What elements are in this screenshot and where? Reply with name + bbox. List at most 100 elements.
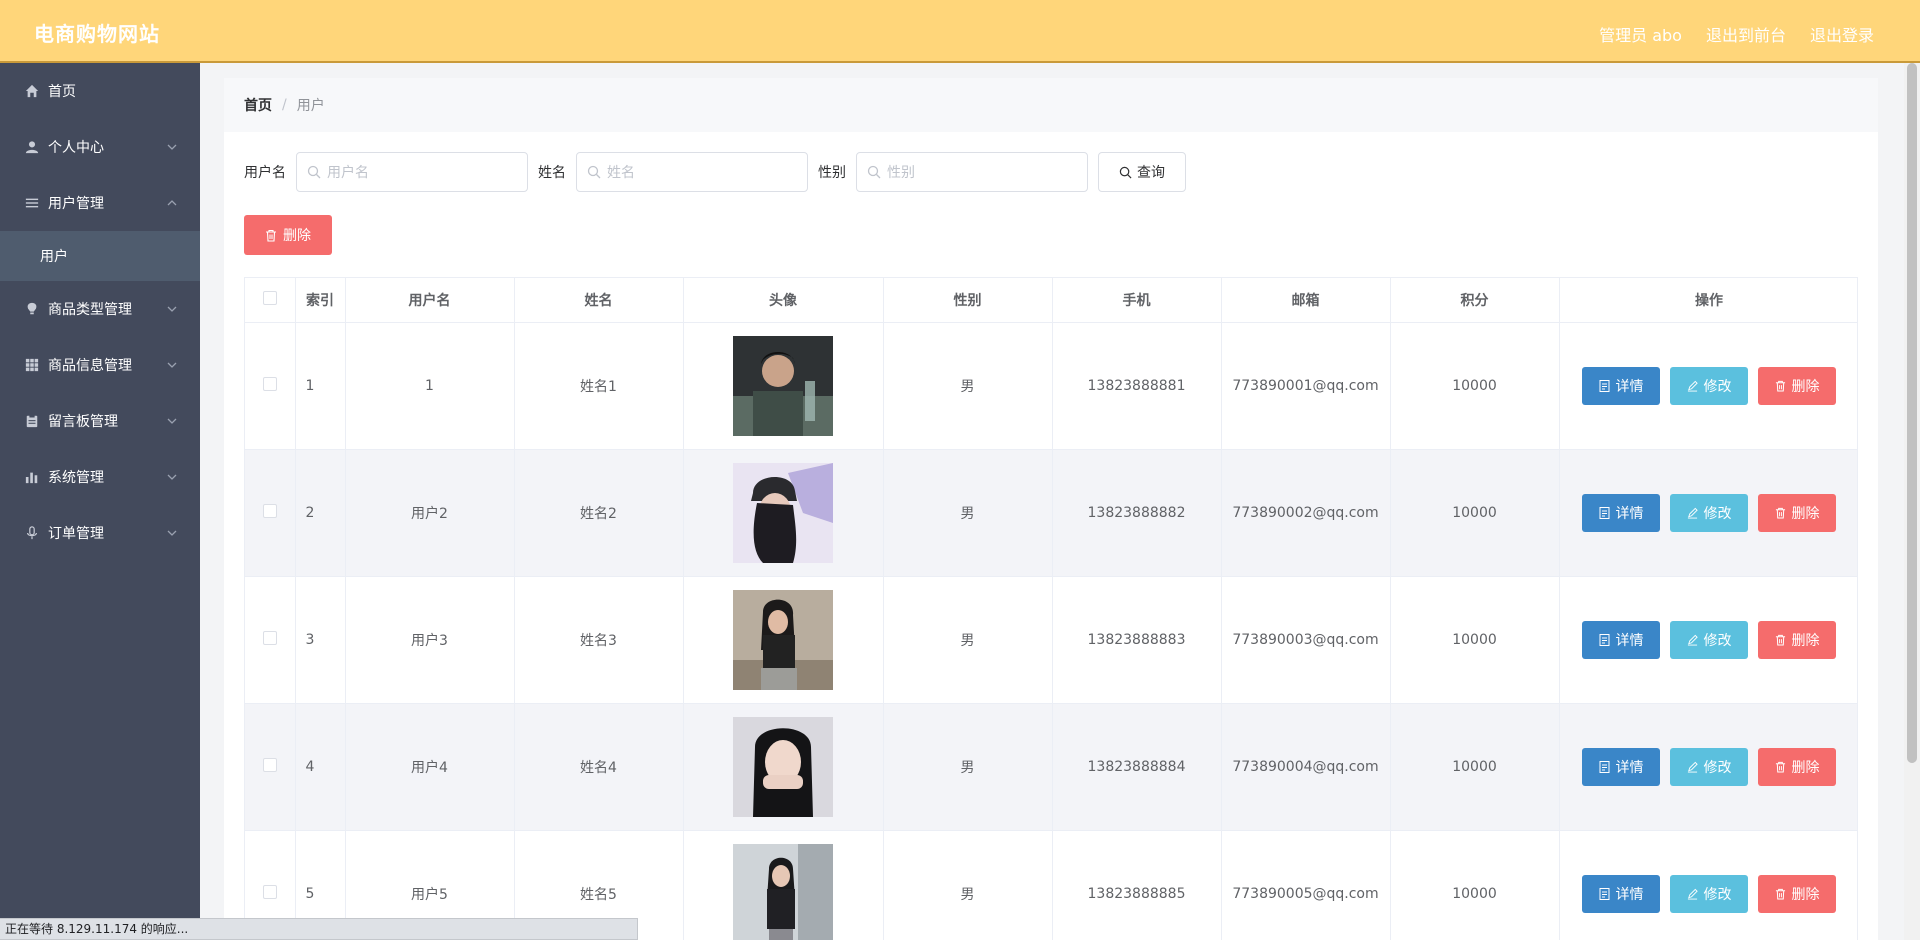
edit-icon <box>1687 761 1698 772</box>
cell-gender: 男 <box>883 703 1053 831</box>
search-form: 用户名 用户名 姓名 姓名 性别 性别 查询 <box>244 152 1186 192</box>
sidebar-item-label: 用户管理 <box>48 196 104 212</box>
sidebar-item-personal[interactable]: 个人中心 <box>0 119 200 175</box>
avatar[interactable] <box>733 589 833 690</box>
query-button[interactable]: 查询 <box>1098 152 1186 192</box>
sidebar-item-product-info[interactable]: 商品信息管理 <box>0 337 200 393</box>
gender-input[interactable]: 性别 <box>856 152 1088 192</box>
detail-button[interactable]: 详情 <box>1582 493 1660 532</box>
detail-button[interactable]: 详情 <box>1582 366 1660 405</box>
cell-phone: 13823888883 <box>1052 576 1222 704</box>
batch-delete-button[interactable]: 删除 <box>244 215 332 255</box>
avatar[interactable] <box>733 843 833 940</box>
logout-link[interactable]: 退出登录 <box>1810 22 1874 46</box>
cell-name: 姓名3 <box>514 576 684 704</box>
search-icon <box>867 165 881 179</box>
edit-label: 修改 <box>1703 632 1732 649</box>
row-select-cell <box>245 322 296 450</box>
document-icon <box>1599 760 1609 773</box>
cell-avatar <box>683 322 884 450</box>
sidebar-item-orders[interactable]: 订单管理 <box>0 505 200 561</box>
cell-avatar <box>683 449 884 577</box>
scrollbar-thumb[interactable] <box>1907 63 1917 763</box>
sidebar-item-home[interactable]: 首页 <box>0 63 200 119</box>
cell-points: 10000 <box>1390 576 1560 704</box>
edit-button[interactable]: 修改 <box>1670 366 1748 405</box>
column-header: 头像 <box>683 278 884 323</box>
row-checkbox[interactable] <box>262 757 277 772</box>
delete-button[interactable]: 删除 <box>1758 366 1836 405</box>
main-content: 首页 / 用户 用户名 用户名 姓名 姓名 性别 性别 查询 删除 索引 用户名… <box>224 78 1878 940</box>
column-header: 操作 <box>1559 278 1857 323</box>
cell-actions: 详情 修改 删除 <box>1559 830 1857 940</box>
detail-label: 详情 <box>1615 632 1644 649</box>
document-icon <box>1599 887 1609 900</box>
cell-phone: 13823888882 <box>1052 449 1222 577</box>
avatar[interactable] <box>733 462 833 563</box>
query-label: 查询 <box>1137 165 1165 181</box>
cell-points: 10000 <box>1390 830 1560 940</box>
document-icon <box>1599 633 1609 646</box>
detail-label: 详情 <box>1615 378 1644 395</box>
delete-button[interactable]: 删除 <box>1758 747 1836 786</box>
edit-icon <box>1687 634 1698 645</box>
edit-label: 修改 <box>1703 759 1732 776</box>
select-all-cell <box>245 278 296 323</box>
gender-placeholder: 性别 <box>887 165 915 181</box>
cell-actions: 详情 修改 删除 <box>1559 322 1857 450</box>
avatar[interactable] <box>733 335 833 436</box>
edit-button[interactable]: 修改 <box>1670 620 1748 659</box>
row-select-cell <box>245 449 296 577</box>
edit-label: 修改 <box>1703 886 1732 903</box>
site-title: 电商购物网站 <box>34 22 160 46</box>
breadcrumb-separator: / <box>282 97 287 113</box>
edit-button[interactable]: 修改 <box>1670 747 1748 786</box>
sidebar-item-label: 商品类型管理 <box>48 302 132 318</box>
breadcrumb-home[interactable]: 首页 <box>244 95 272 115</box>
table-row: 2 用户2 姓名2 男 13823888882 773890002@qq.com 10000… <box>245 449 1857 577</box>
sidebar-subitem-user[interactable]: 用户 <box>0 231 200 281</box>
row-checkbox[interactable] <box>262 884 277 899</box>
table-row: 3 用户3 姓名3 男 13823888883 773890003@qq.com 10000… <box>245 576 1857 704</box>
trash-icon <box>1775 888 1785 900</box>
name-placeholder: 姓名 <box>607 165 635 181</box>
chevron-down-icon <box>167 306 177 312</box>
search-icon <box>1119 166 1132 178</box>
delete-button[interactable]: 删除 <box>1758 493 1836 532</box>
detail-button[interactable]: 详情 <box>1582 874 1660 913</box>
table-row: 4 用户4 姓名4 男 13823888884 773890004@qq.com 10000… <box>245 703 1857 831</box>
cell-gender: 男 <box>883 576 1053 704</box>
cell-avatar <box>683 576 884 704</box>
home-icon <box>24 83 40 99</box>
select-all-checkbox[interactable] <box>262 290 277 305</box>
sidebar-item-message-board[interactable]: 留言板管理 <box>0 393 200 449</box>
delete-button[interactable]: 删除 <box>1758 620 1836 659</box>
username-input[interactable]: 用户名 <box>296 152 528 192</box>
row-checkbox[interactable] <box>262 376 277 391</box>
sidebar-item-system[interactable]: 系统管理 <box>0 449 200 505</box>
cell-username: 用户3 <box>345 576 515 704</box>
cell-index: 3 <box>295 576 346 704</box>
page-scrollbar[interactable] <box>1904 63 1920 940</box>
sidebar-item-product-types[interactable]: 商品类型管理 <box>0 281 200 337</box>
edit-button[interactable]: 修改 <box>1670 874 1748 913</box>
detail-button[interactable]: 详情 <box>1582 747 1660 786</box>
trash-icon <box>1775 507 1785 519</box>
delete-button[interactable]: 删除 <box>1758 874 1836 913</box>
avatar[interactable] <box>733 716 833 817</box>
cell-avatar <box>683 830 884 940</box>
delete-label: 删除 <box>1791 886 1820 903</box>
admin-name: 管理员 abo <box>1599 26 1682 45</box>
detail-button[interactable]: 详情 <box>1582 620 1660 659</box>
cell-actions: 详情 修改 删除 <box>1559 576 1857 704</box>
sidebar-item-user-management[interactable]: 用户管理 <box>0 175 200 231</box>
cell-email: 773890005@qq.com <box>1221 830 1391 940</box>
chevron-down-icon <box>167 418 177 424</box>
chart-icon <box>24 469 40 485</box>
exit-to-front-link[interactable]: 退出到前台 <box>1706 22 1786 46</box>
name-input[interactable]: 姓名 <box>576 152 808 192</box>
edit-button[interactable]: 修改 <box>1670 493 1748 532</box>
row-checkbox[interactable] <box>262 503 277 518</box>
row-checkbox[interactable] <box>262 630 277 645</box>
grid-icon <box>24 357 40 373</box>
